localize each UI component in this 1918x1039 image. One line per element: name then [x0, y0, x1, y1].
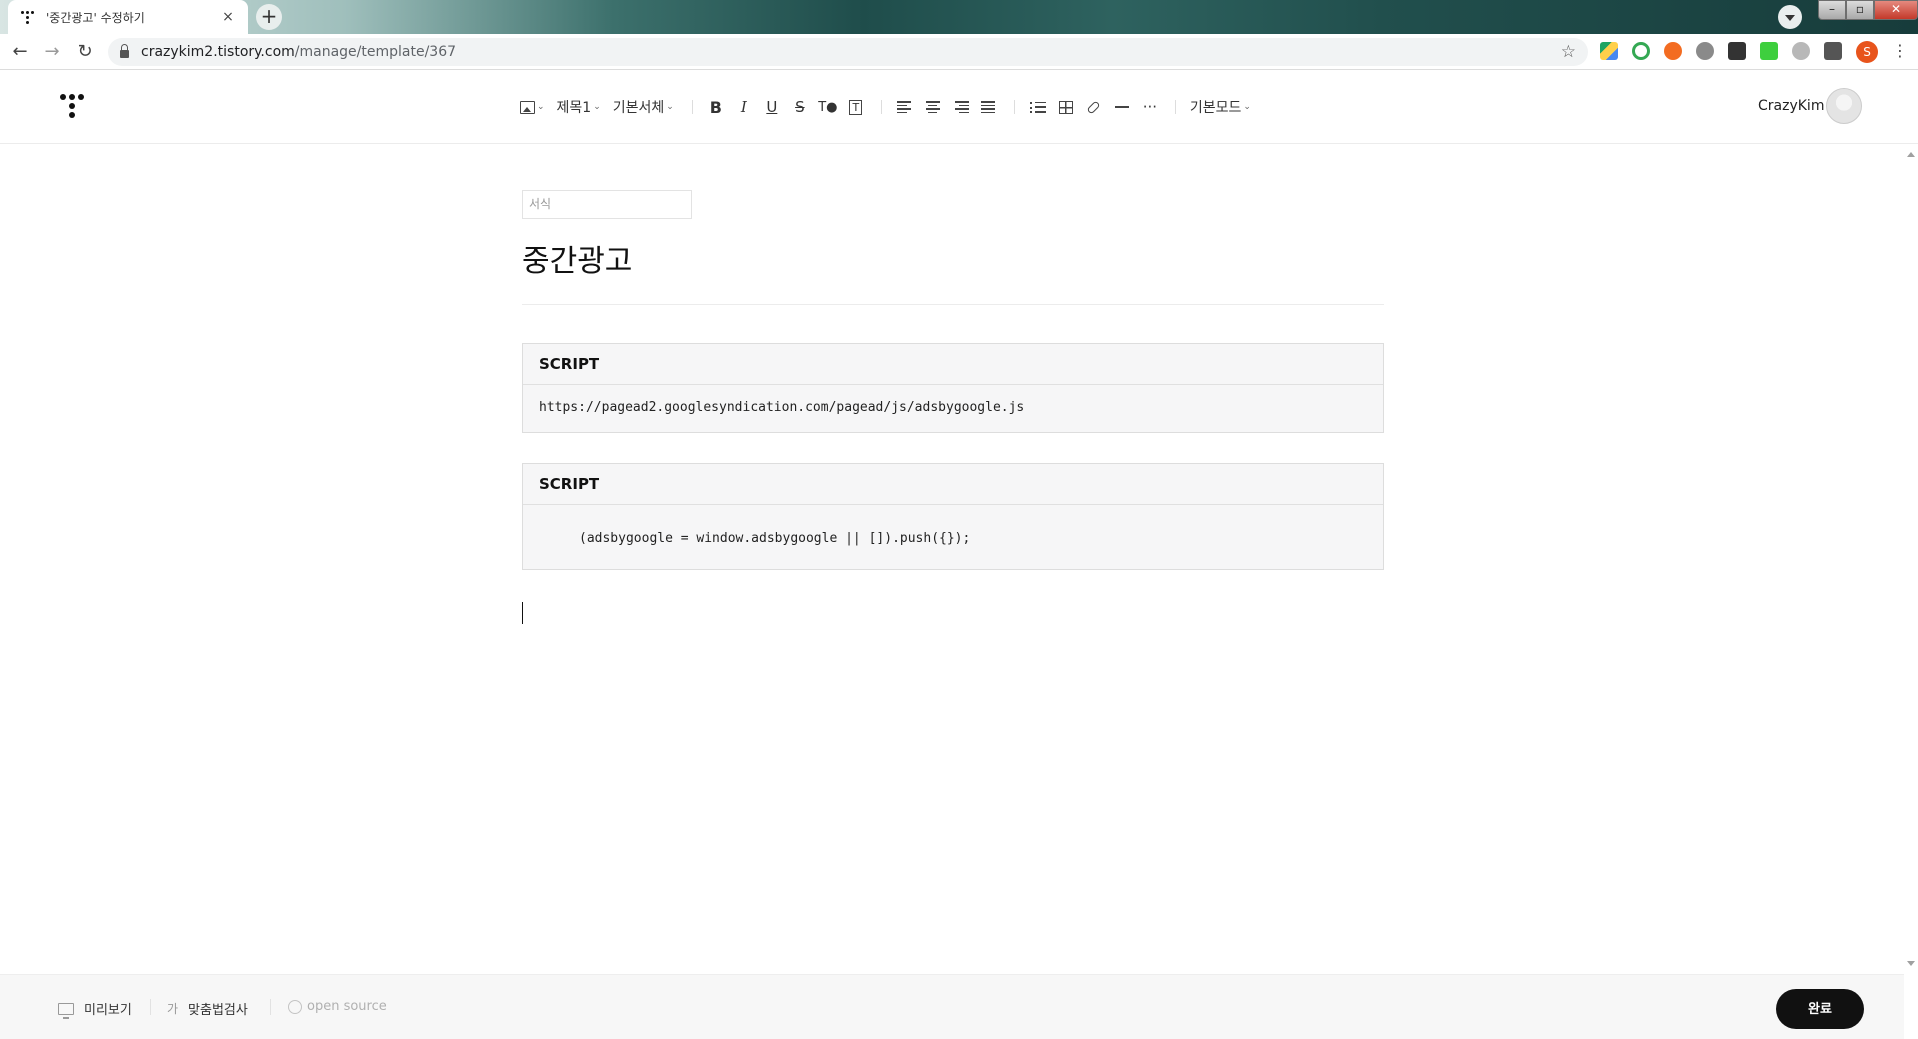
align-justify-icon — [980, 101, 997, 113]
script-block-label: SCRIPT — [523, 464, 1383, 505]
spellcheck-label: 맞춤법검사 — [188, 1003, 248, 1018]
chevron-down-icon: ⌄ — [666, 102, 674, 112]
chevron-down-icon: ⌄ — [593, 102, 601, 112]
align-center-button[interactable] — [924, 98, 942, 116]
editor-mode-label: 기본모드 — [1189, 100, 1242, 116]
editor-header: ⌄ 제목1 ⌄ 기본서체 ⌄ B I U S T● T ··· 기본모드 ⌄ C… — [0, 70, 1918, 144]
link-icon — [1086, 99, 1101, 115]
globe-extension-icon[interactable] — [1792, 42, 1810, 60]
footer-divider — [150, 999, 151, 1015]
align-right-icon — [953, 101, 969, 113]
selenium-extension-icon[interactable] — [1728, 42, 1746, 60]
editor-footer: 미리보기 가 맞춤법검사 open source 완료 — [0, 974, 1904, 1039]
toolbar-divider — [1013, 100, 1015, 114]
link-extension-icon[interactable] — [1696, 42, 1714, 60]
chrome-extension-icon[interactable] — [1632, 42, 1650, 60]
toolbar-divider — [1174, 100, 1176, 114]
text-color-button[interactable]: T● — [818, 98, 837, 116]
toolbar-divider — [880, 100, 882, 114]
category-select[interactable]: 서식 — [522, 190, 692, 219]
maximize-button[interactable]: ▫ — [1846, 0, 1874, 20]
image-icon — [520, 100, 535, 114]
heading-dropdown[interactable]: 제목1 ⌄ — [557, 97, 601, 117]
preview-label: 미리보기 — [84, 1003, 132, 1018]
script-block-content[interactable]: (adsbygoogle = window.adsbygoogle || [])… — [523, 505, 1383, 569]
text-background-button[interactable]: T — [847, 98, 865, 116]
open-source-label: open source — [307, 999, 387, 1014]
editor-toolbar: ⌄ 제목1 ⌄ 기본서체 ⌄ B I U S T● T ··· 기본모드 ⌄ — [520, 94, 1263, 120]
google-drive-extension-icon[interactable] — [1600, 42, 1618, 60]
green-extension-icon[interactable] — [1760, 42, 1778, 60]
reload-icon[interactable]: ↻ — [75, 42, 95, 62]
browser-tab-strip: '중간광고' 수정하기 × + – ▫ ✕ — [0, 0, 1918, 34]
tab-close-icon[interactable]: × — [220, 9, 236, 25]
user-avatar[interactable] — [1826, 88, 1862, 124]
bullet-list-icon — [1029, 101, 1046, 113]
forward-arrow-icon[interactable]: → — [42, 42, 62, 62]
browser-menu-icon[interactable]: ⋮ — [1892, 41, 1908, 60]
browser-tab[interactable]: '중간광고' 수정하기 × — [8, 0, 248, 34]
scroll-down-arrow-icon[interactable] — [1907, 961, 1915, 970]
lock-icon — [120, 43, 129, 58]
tab-title: '중간광고' 수정하기 — [46, 10, 145, 25]
spellcheck-button[interactable]: 가 맞춤법검사 — [167, 999, 248, 1018]
chevron-down-icon: ⌄ — [1243, 102, 1251, 112]
horizontal-rule-icon — [1114, 106, 1129, 108]
minimize-button[interactable]: – — [1818, 0, 1846, 20]
bookmark-star-icon[interactable]: ☆ — [1561, 42, 1576, 62]
heading-label: 제목1 — [556, 100, 592, 116]
bullet-list-button[interactable] — [1029, 98, 1047, 116]
new-tab-button[interactable]: + — [256, 4, 282, 30]
tab-search-icon[interactable] — [1778, 5, 1802, 29]
tistory-logo-icon[interactable] — [60, 94, 84, 118]
strikethrough-button[interactable]: S — [791, 98, 809, 116]
bold-button[interactable]: B — [707, 98, 725, 117]
close-window-button[interactable]: ✕ — [1874, 0, 1918, 20]
editor-mode-dropdown[interactable]: 기본모드 ⌄ — [1190, 97, 1251, 117]
text-cursor — [522, 602, 523, 624]
spellcheck-icon: 가 — [167, 1002, 179, 1016]
insert-image-button[interactable]: ⌄ — [520, 100, 545, 114]
chevron-down-icon: ⌄ — [537, 102, 545, 112]
orange-extension-icon[interactable] — [1664, 42, 1682, 60]
footer-divider — [270, 999, 271, 1015]
page-scrollbar[interactable] — [1904, 144, 1918, 974]
url-text: crazykim2.tistory.com/manage/template/36… — [141, 44, 457, 60]
script-block[interactable]: SCRIPT https://pagead2.googlesyndication… — [522, 343, 1384, 433]
script-block[interactable]: SCRIPT (adsbygoogle = window.adsbygoogle… — [522, 463, 1384, 570]
align-right-button[interactable] — [952, 98, 970, 116]
title-divider — [522, 304, 1384, 305]
script-block-label: SCRIPT — [523, 344, 1383, 385]
align-left-button[interactable] — [896, 98, 914, 116]
text-background-icon: T — [849, 99, 863, 115]
align-left-icon — [896, 101, 913, 113]
link-button[interactable] — [1085, 98, 1103, 116]
profile-avatar[interactable]: S — [1856, 41, 1878, 63]
open-source-link[interactable]: open source — [288, 999, 387, 1014]
url-input[interactable]: crazykim2.tistory.com/manage/template/36… — [108, 38, 1588, 66]
toolbar-divider — [691, 100, 693, 114]
font-dropdown[interactable]: 기본서체 ⌄ — [613, 97, 674, 117]
address-bar-row: ← → ↻ crazykim2.tistory.com/manage/templ… — [0, 34, 1918, 70]
tistory-favicon-icon — [20, 9, 36, 25]
align-center-icon — [925, 101, 941, 113]
back-arrow-icon[interactable]: ← — [10, 42, 30, 62]
script-block-content[interactable]: https://pagead2.googlesyndication.com/pa… — [523, 385, 1383, 432]
align-justify-button[interactable] — [980, 98, 998, 116]
horizontal-rule-button[interactable] — [1113, 98, 1131, 116]
table-icon — [1058, 100, 1073, 114]
scroll-up-arrow-icon[interactable] — [1907, 148, 1915, 157]
table-button[interactable] — [1057, 98, 1075, 116]
user-name[interactable]: CrazyKim — [1758, 98, 1824, 114]
open-source-icon — [288, 999, 302, 1014]
preview-button[interactable]: 미리보기 — [58, 999, 132, 1019]
italic-button[interactable]: I — [735, 98, 753, 116]
underline-button[interactable]: U — [763, 98, 781, 116]
more-options-button[interactable]: ··· — [1141, 98, 1159, 116]
post-title[interactable]: 중간광고 — [522, 236, 632, 280]
done-button[interactable]: 완료 — [1776, 989, 1864, 1029]
extensions-puzzle-icon[interactable] — [1824, 42, 1842, 60]
font-label: 기본서체 — [612, 100, 665, 116]
monitor-icon — [58, 1002, 74, 1019]
